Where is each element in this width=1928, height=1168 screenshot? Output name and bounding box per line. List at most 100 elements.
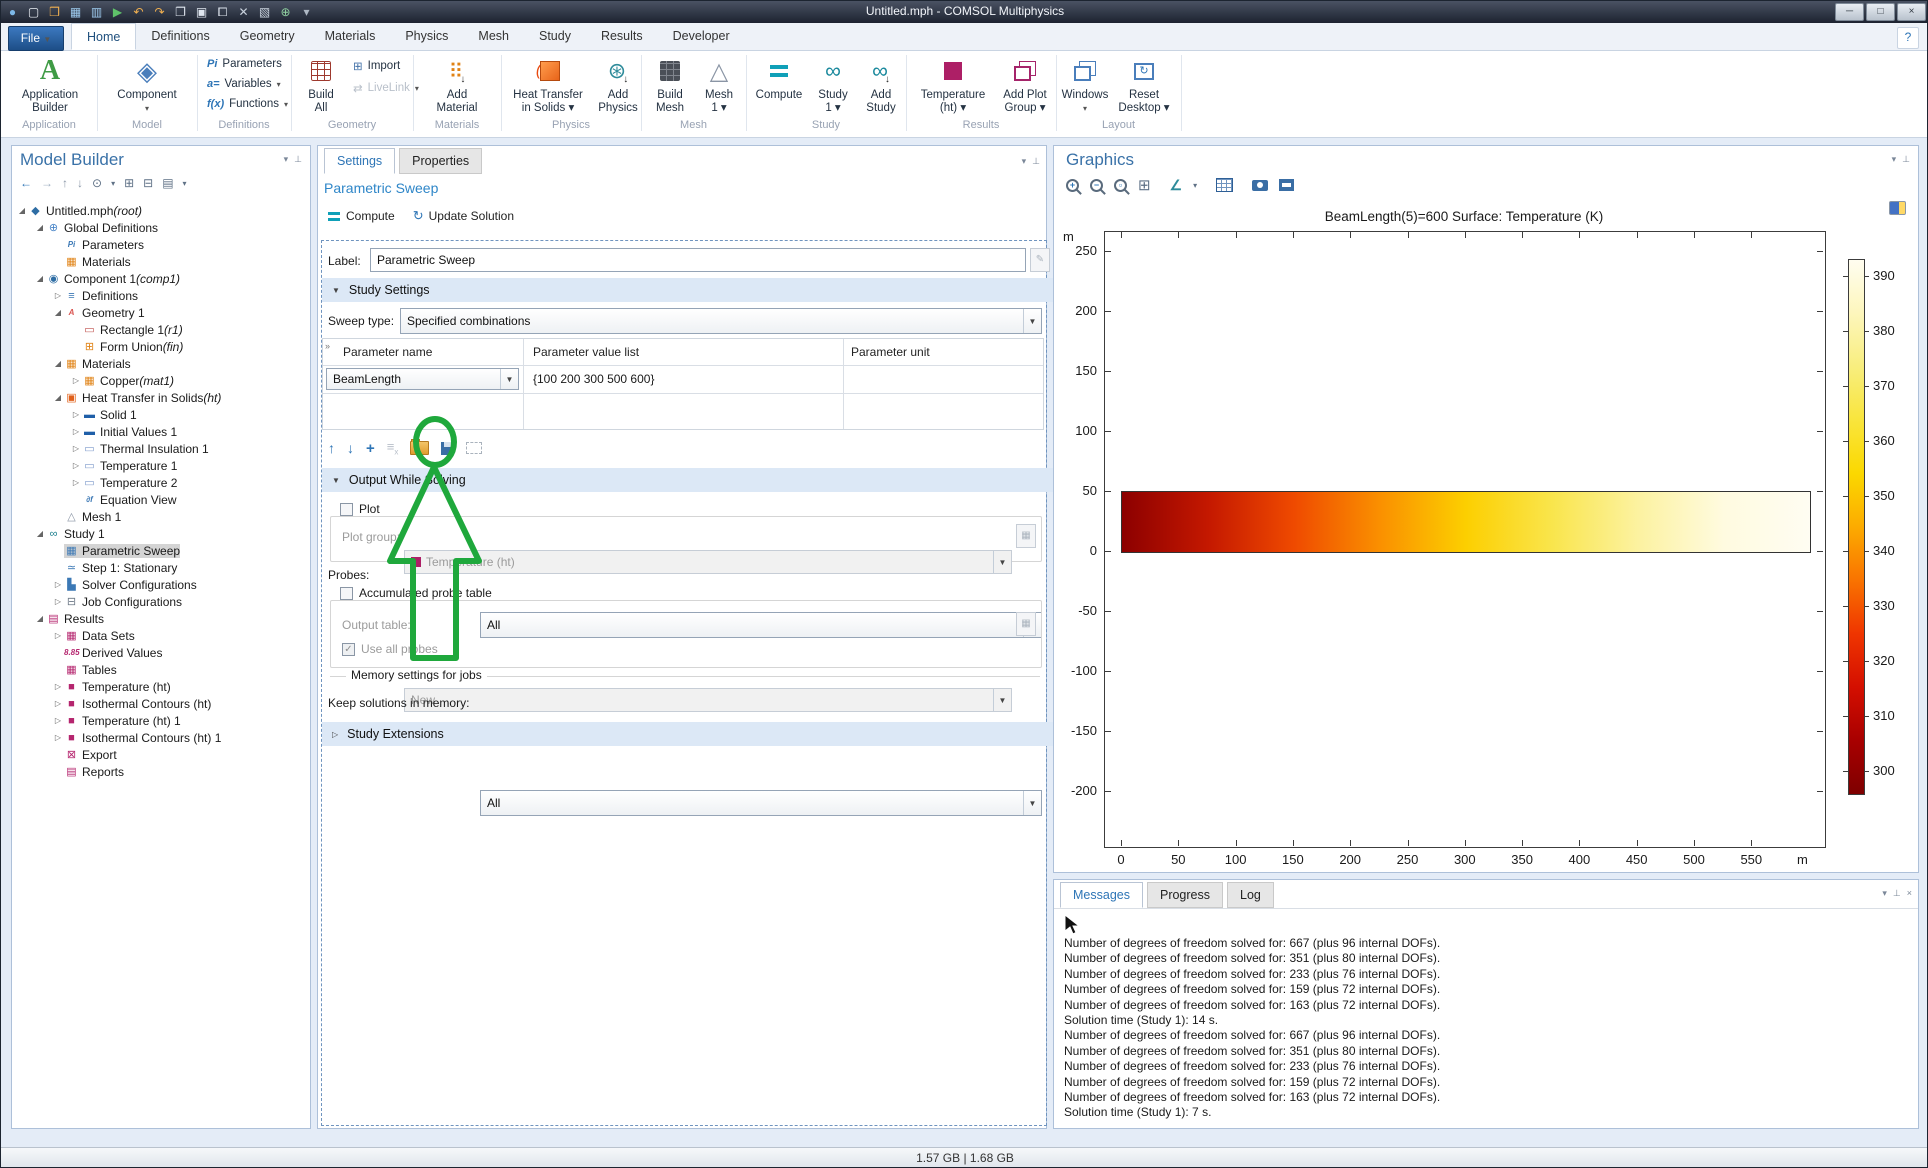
- collapsed-icon[interactable]: ▷: [70, 478, 82, 487]
- tab-definitions[interactable]: Definitions: [136, 23, 224, 50]
- collapsed-icon[interactable]: ▷: [52, 682, 64, 691]
- build-mesh-button[interactable]: BuildMesh: [647, 53, 693, 115]
- tree-item-derived-values[interactable]: 8.85Derived Values: [16, 644, 308, 661]
- show-icon[interactable]: ⊙: [92, 176, 102, 190]
- collapsed-icon[interactable]: ▷: [52, 716, 64, 725]
- tab-physics[interactable]: Physics: [390, 23, 463, 50]
- tab-mesh[interactable]: Mesh: [463, 23, 524, 50]
- collapsed-icon[interactable]: ▷: [52, 631, 64, 640]
- zoom-extents-icon[interactable]: ⊞: [1138, 176, 1151, 194]
- move-down-icon[interactable]: ↓: [77, 176, 83, 190]
- tree-item-job-configurations[interactable]: ▷⊟Job Configurations: [16, 593, 308, 610]
- sweep-type-select[interactable]: Specified combinations▼: [400, 308, 1042, 334]
- tree-item-rectangle-1[interactable]: ▭Rectangle 1 (r1): [16, 321, 308, 338]
- range-icon[interactable]: [466, 442, 482, 454]
- move-down-icon[interactable]: ↓: [347, 440, 354, 456]
- tab-results[interactable]: Results: [586, 23, 658, 50]
- plot-checkbox[interactable]: [340, 503, 353, 516]
- collapsed-icon[interactable]: ▷: [52, 699, 64, 708]
- expanded-icon[interactable]: ◢: [16, 206, 28, 215]
- load-file-icon[interactable]: [410, 441, 429, 455]
- update-solution-button[interactable]: ↻Update Solution: [413, 208, 514, 224]
- panel-menu-icon[interactable]: ▾: [284, 154, 289, 165]
- tree-item-temperature-1[interactable]: ▷▭Temperature 1: [16, 457, 308, 474]
- tree-item-component-1[interactable]: ◢◉Component 1 (comp1): [16, 270, 308, 287]
- expanded-icon[interactable]: ◢: [34, 529, 46, 538]
- close-button[interactable]: ×: [1897, 3, 1926, 21]
- tree-item-initial-values-1[interactable]: ▷▬Initial Values 1: [16, 423, 308, 440]
- settings-compute-button[interactable]: Compute: [328, 209, 395, 223]
- tree-item-heat-transfer-in-solids[interactable]: ◢▣Heat Transfer in Solids (ht): [16, 389, 308, 406]
- tree-item-study-1[interactable]: ◢∞Study 1: [16, 525, 308, 542]
- collapsed-icon[interactable]: ▷: [70, 410, 82, 419]
- panel-menu-icon[interactable]: ▾: [1892, 154, 1897, 165]
- tree-item-global-definitions[interactable]: ◢⊕Global Definitions: [16, 219, 308, 236]
- close-icon[interactable]: ×: [1907, 888, 1912, 899]
- tab-materials[interactable]: Materials: [310, 23, 391, 50]
- tree-item-solid-1[interactable]: ▷▬Solid 1: [16, 406, 308, 423]
- tree-item-results[interactable]: ◢▤Results: [16, 610, 308, 627]
- tree-item-definitions[interactable]: ▷≡Definitions: [16, 287, 308, 304]
- tree-item-untitled-mph[interactable]: ◢◆Untitled.mph (root): [16, 202, 308, 219]
- add-plot-group-button[interactable]: Add PlotGroup ▾: [997, 53, 1053, 115]
- study-extensions-header[interactable]: ▷Study Extensions: [322, 722, 1054, 746]
- reset-desktop-button[interactable]: ↻ ResetDesktop ▾: [1115, 53, 1173, 115]
- add-icon[interactable]: +: [366, 440, 375, 457]
- rename-button[interactable]: ✎: [1030, 248, 1050, 272]
- pin-icon[interactable]: ⊥: [1032, 156, 1040, 167]
- panel-menu-icon[interactable]: ▾: [1882, 888, 1887, 899]
- view-dropdown-icon[interactable]: ▾: [1193, 181, 1197, 190]
- application-builder-button[interactable]: A ApplicationBuilder: [9, 53, 91, 115]
- collapsed-icon[interactable]: ▷: [70, 444, 82, 453]
- keep-solutions-select[interactable]: All▼: [480, 790, 1042, 816]
- accumulated-probe-table-row[interactable]: Accumulated probe table: [336, 586, 496, 600]
- grid-icon[interactable]: [1216, 178, 1233, 192]
- back-icon[interactable]: ←: [20, 176, 32, 190]
- collapsed-icon[interactable]: ▷: [70, 376, 82, 385]
- zoom-out-icon[interactable]: −: [1090, 179, 1103, 192]
- tree-item-materials[interactable]: ◢▦Materials: [16, 355, 308, 372]
- panel-menu-icon[interactable]: ▾: [1022, 156, 1027, 167]
- settings-tab-properties[interactable]: Properties: [399, 148, 482, 174]
- print-icon[interactable]: [1279, 179, 1294, 191]
- tab-geometry[interactable]: Geometry: [225, 23, 310, 50]
- expanded-icon[interactable]: ◢: [52, 359, 64, 368]
- move-up-icon[interactable]: ↑: [328, 440, 335, 456]
- tab-home[interactable]: Home: [71, 23, 136, 50]
- tab-study[interactable]: Study: [524, 23, 586, 50]
- add-physics-button[interactable]: ⊛↓ AddPhysics: [595, 53, 641, 115]
- view-axes-icon[interactable]: ∠: [1170, 177, 1183, 194]
- temperature-plot-button[interactable]: Temperature(ht) ▾: [913, 53, 993, 115]
- pin-icon[interactable]: ⊥: [1893, 888, 1901, 899]
- pin-icon[interactable]: ⊥: [1902, 154, 1910, 165]
- tree-item-materials[interactable]: ▦Materials: [16, 253, 308, 270]
- tree-item-temperature-ht-1[interactable]: ▷■Temperature (ht) 1: [16, 712, 308, 729]
- collapsed-icon[interactable]: ▷: [52, 597, 64, 606]
- tab-developer[interactable]: Developer: [658, 23, 745, 50]
- accumulated-probe-table-checkbox[interactable]: [340, 587, 353, 600]
- zoom-in-icon[interactable]: +: [1066, 179, 1079, 192]
- save-file-icon[interactable]: [441, 442, 454, 455]
- move-up-icon[interactable]: ↑: [62, 176, 68, 190]
- messages-tab-log[interactable]: Log: [1227, 882, 1274, 908]
- collapse-all-icon[interactable]: ⊟: [143, 176, 153, 190]
- expanded-icon[interactable]: ◢: [34, 223, 46, 232]
- camera-icon[interactable]: [1252, 180, 1268, 191]
- tree-item-data-sets[interactable]: ▷▦Data Sets: [16, 627, 308, 644]
- component-button[interactable]: ◈ Component▾: [105, 53, 189, 115]
- plot-checkbox-row[interactable]: Plot: [336, 502, 384, 516]
- tree-item-temperature-ht[interactable]: ▷■Temperature (ht): [16, 678, 308, 695]
- label-input[interactable]: Parametric Sweep: [370, 248, 1026, 272]
- zoom-box-icon[interactable]: ▫: [1114, 179, 1127, 192]
- help-button[interactable]: ?: [1897, 27, 1919, 49]
- collapsed-icon[interactable]: ▷: [70, 427, 82, 436]
- tree-item-temperature-2[interactable]: ▷▭Temperature 2: [16, 474, 308, 491]
- heat-transfer-button[interactable]: ( Heat Transferin Solids ▾: [503, 53, 593, 115]
- tree-item-geometry-1[interactable]: ◢AGeometry 1: [16, 304, 308, 321]
- tree-item-tables[interactable]: ▦Tables: [16, 661, 308, 678]
- add-study-button[interactable]: ∞↓ AddStudy: [859, 53, 903, 115]
- expanded-icon[interactable]: ◢: [52, 393, 64, 402]
- settings-tab-settings[interactable]: Settings: [324, 148, 395, 174]
- tree-item-solver-configurations[interactable]: ▷▙Solver Configurations: [16, 576, 308, 593]
- node-text-icon[interactable]: ▤: [162, 176, 173, 190]
